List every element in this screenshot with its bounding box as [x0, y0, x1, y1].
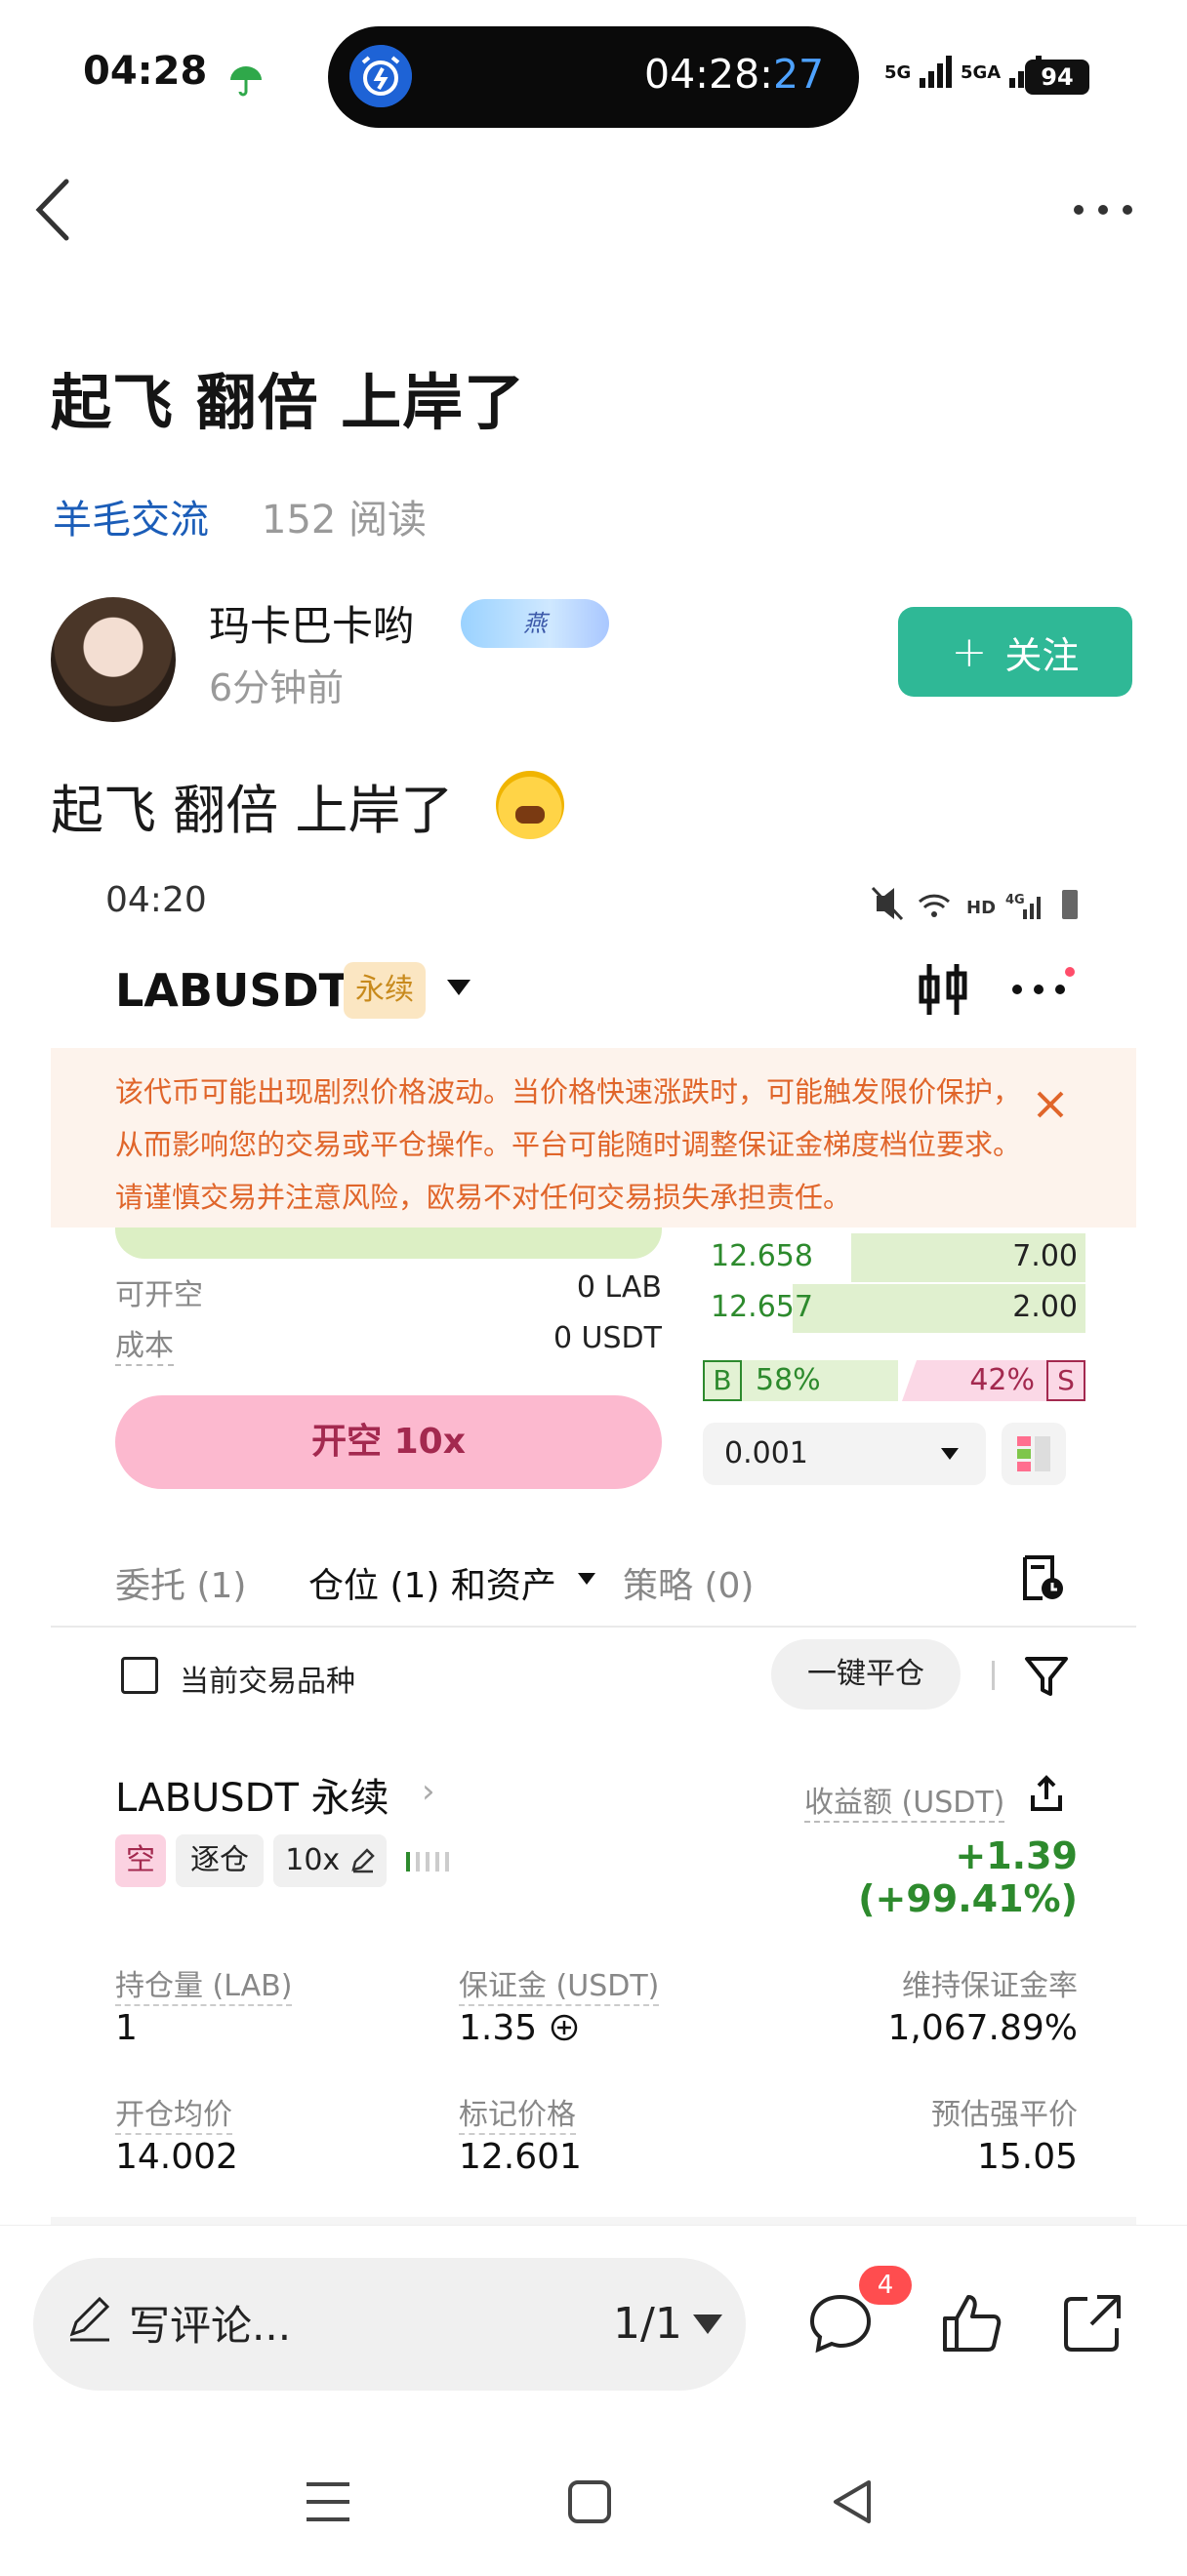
- field-value: 12.601: [459, 2137, 582, 2177]
- field-label: 开仓均价: [115, 2090, 232, 2135]
- back-nav-icon[interactable]: [824, 2473, 882, 2531]
- margin-value: 1.35: [459, 2008, 538, 2048]
- chevron-down-icon[interactable]: [578, 1573, 595, 1585]
- chevron-down-icon[interactable]: [693, 2314, 722, 2334]
- author-name[interactable]: 玛卡巴卡哟: [209, 593, 414, 653]
- pnl-label: 收益额 (USDT): [804, 1778, 1005, 1823]
- pnl-value: +1.39 (+99.41%): [858, 1834, 1078, 1920]
- crying-emoji-icon: [496, 771, 564, 839]
- svg-text:HD: HD: [966, 898, 996, 918]
- orderbook-price[interactable]: 12.657: [711, 1290, 813, 1324]
- orderbook-qty: 7.00: [1012, 1239, 1078, 1273]
- leverage-tag[interactable]: 10x: [273, 1834, 387, 1887]
- field-value: 1,067.89%: [887, 2008, 1078, 2048]
- chevron-right-icon[interactable]: ›: [422, 1772, 435, 1811]
- risk-warning-text: 该代币可能出现剧烈价格波动。当价格快速涨跌时，可能触发限价保护，从而影响您的交易…: [115, 1075, 1022, 1214]
- chevron-down-icon: [941, 1448, 959, 1460]
- alarm-icon: [349, 45, 412, 107]
- tab-strategies[interactable]: 策略 (0): [623, 1557, 754, 1608]
- home-icon[interactable]: [560, 2473, 619, 2531]
- margin-mode-tag: 逐仓: [176, 1834, 264, 1887]
- current-pair-label: 当前交易品种: [180, 1665, 355, 1699]
- leverage-value: 10x: [285, 1843, 341, 1877]
- island-timer: 04:28:27: [644, 51, 824, 98]
- like-icon[interactable]: [937, 2289, 1005, 2357]
- comment-count-badge: 4: [859, 2266, 912, 2305]
- buy-ratio-label: B: [703, 1360, 742, 1401]
- comment-placeholder[interactable]: 写评论...: [129, 2293, 291, 2353]
- divider: [51, 2217, 1136, 2225]
- available-short-label: 可开空: [115, 1278, 203, 1312]
- divider: [992, 1661, 995, 1690]
- more-icon[interactable]: [1007, 966, 1076, 1005]
- post-title: 起飞 翻倍 上岸了: [51, 367, 526, 438]
- order-history-icon[interactable]: [1019, 1553, 1066, 1602]
- close-all-button[interactable]: 一键平仓: [771, 1639, 961, 1710]
- edit-icon: [351, 1848, 375, 1873]
- field-value: 1: [115, 2008, 138, 2048]
- candlestick-icon[interactable]: [918, 960, 968, 1019]
- back-icon[interactable]: [29, 176, 78, 244]
- embedded-screenshot[interactable]: 04:20 HD 4G LABUSDT 永续 该代币可能出现剧烈价格波动。当价格…: [51, 859, 1136, 2225]
- chevron-down-icon[interactable]: [447, 980, 471, 995]
- signal-5g-label: 5G: [884, 62, 912, 83]
- add-margin-icon[interactable]: [549, 2012, 580, 2043]
- more-options-icon[interactable]: [1069, 195, 1137, 224]
- layout-grid-icon[interactable]: [1002, 1423, 1066, 1485]
- cost-value: 0 USDT: [553, 1321, 662, 1355]
- island-time-seconds: 27: [772, 51, 825, 98]
- orderbook-qty: 2.00: [1012, 1290, 1078, 1324]
- post-body: 起飞 翻倍 上岸了: [51, 780, 454, 841]
- available-short-value: 0 LAB: [576, 1270, 662, 1305]
- risk-level-icon: [406, 1852, 449, 1872]
- umbrella-icon: [230, 66, 262, 97]
- field-value: 15.05: [976, 2137, 1078, 2177]
- pen-icon: [69, 2296, 110, 2342]
- filter-icon[interactable]: [1023, 1653, 1070, 1700]
- sell-ratio-label: S: [1046, 1360, 1085, 1401]
- field-value: 14.002: [115, 2137, 238, 2177]
- side-tag: 空: [115, 1834, 166, 1887]
- signal-5ga-label: 5GA: [961, 62, 1002, 83]
- island-time-prefix: 04:28:: [644, 51, 773, 98]
- post-time: 6分钟前: [209, 666, 345, 709]
- tab-positions[interactable]: 仓位 (1) 和资产: [308, 1557, 556, 1608]
- read-count: 152 阅读: [262, 498, 428, 543]
- avatar[interactable]: [51, 597, 176, 722]
- status-time: 04:28: [83, 49, 208, 94]
- field-value: 1.35: [459, 2008, 580, 2048]
- follow-label: 关注: [1004, 633, 1080, 677]
- field-label: 持仓量 (LAB): [115, 1961, 293, 2006]
- signal-5g: 5G: [884, 55, 955, 88]
- share-icon[interactable]: [1027, 1774, 1066, 1813]
- battery-indicator: 94: [1025, 60, 1089, 95]
- position-title[interactable]: LABUSDT 永续: [115, 1766, 389, 1823]
- svg-text:4G: 4G: [1005, 893, 1025, 907]
- shot-status-icons: HD 4G: [871, 886, 1078, 921]
- plus-icon: +: [951, 626, 988, 677]
- trading-pair[interactable]: LABUSDT: [115, 964, 349, 1017]
- shot-status-time: 04:20: [105, 880, 207, 920]
- open-short-button[interactable]: 开空 10x: [115, 1395, 662, 1489]
- page-indicator[interactable]: 1/1: [613, 2299, 682, 2349]
- field-label: 预估强平价: [931, 2098, 1078, 2132]
- field-label: 维持保证金率: [902, 1969, 1078, 2003]
- cost-label: 成本: [115, 1321, 174, 1366]
- share-icon[interactable]: [1058, 2289, 1126, 2357]
- signal-bars-icon: [919, 56, 952, 88]
- perpetual-tag: 永续: [344, 962, 426, 1019]
- field-label: 保证金 (USDT): [459, 1961, 660, 2006]
- author-badge: 燕: [461, 599, 609, 648]
- field-label: 标记价格: [459, 2090, 576, 2135]
- divider: [51, 1626, 1136, 1628]
- close-icon[interactable]: [1031, 1085, 1070, 1124]
- tab-orders[interactable]: 委托 (1): [115, 1557, 246, 1608]
- orderbook-price[interactable]: 12.658: [711, 1239, 813, 1273]
- current-pair-checkbox[interactable]: [121, 1657, 158, 1694]
- category-link[interactable]: 羊毛交流: [53, 488, 209, 544]
- menu-icon[interactable]: [299, 2473, 357, 2531]
- follow-button[interactable]: + 关注: [898, 607, 1132, 697]
